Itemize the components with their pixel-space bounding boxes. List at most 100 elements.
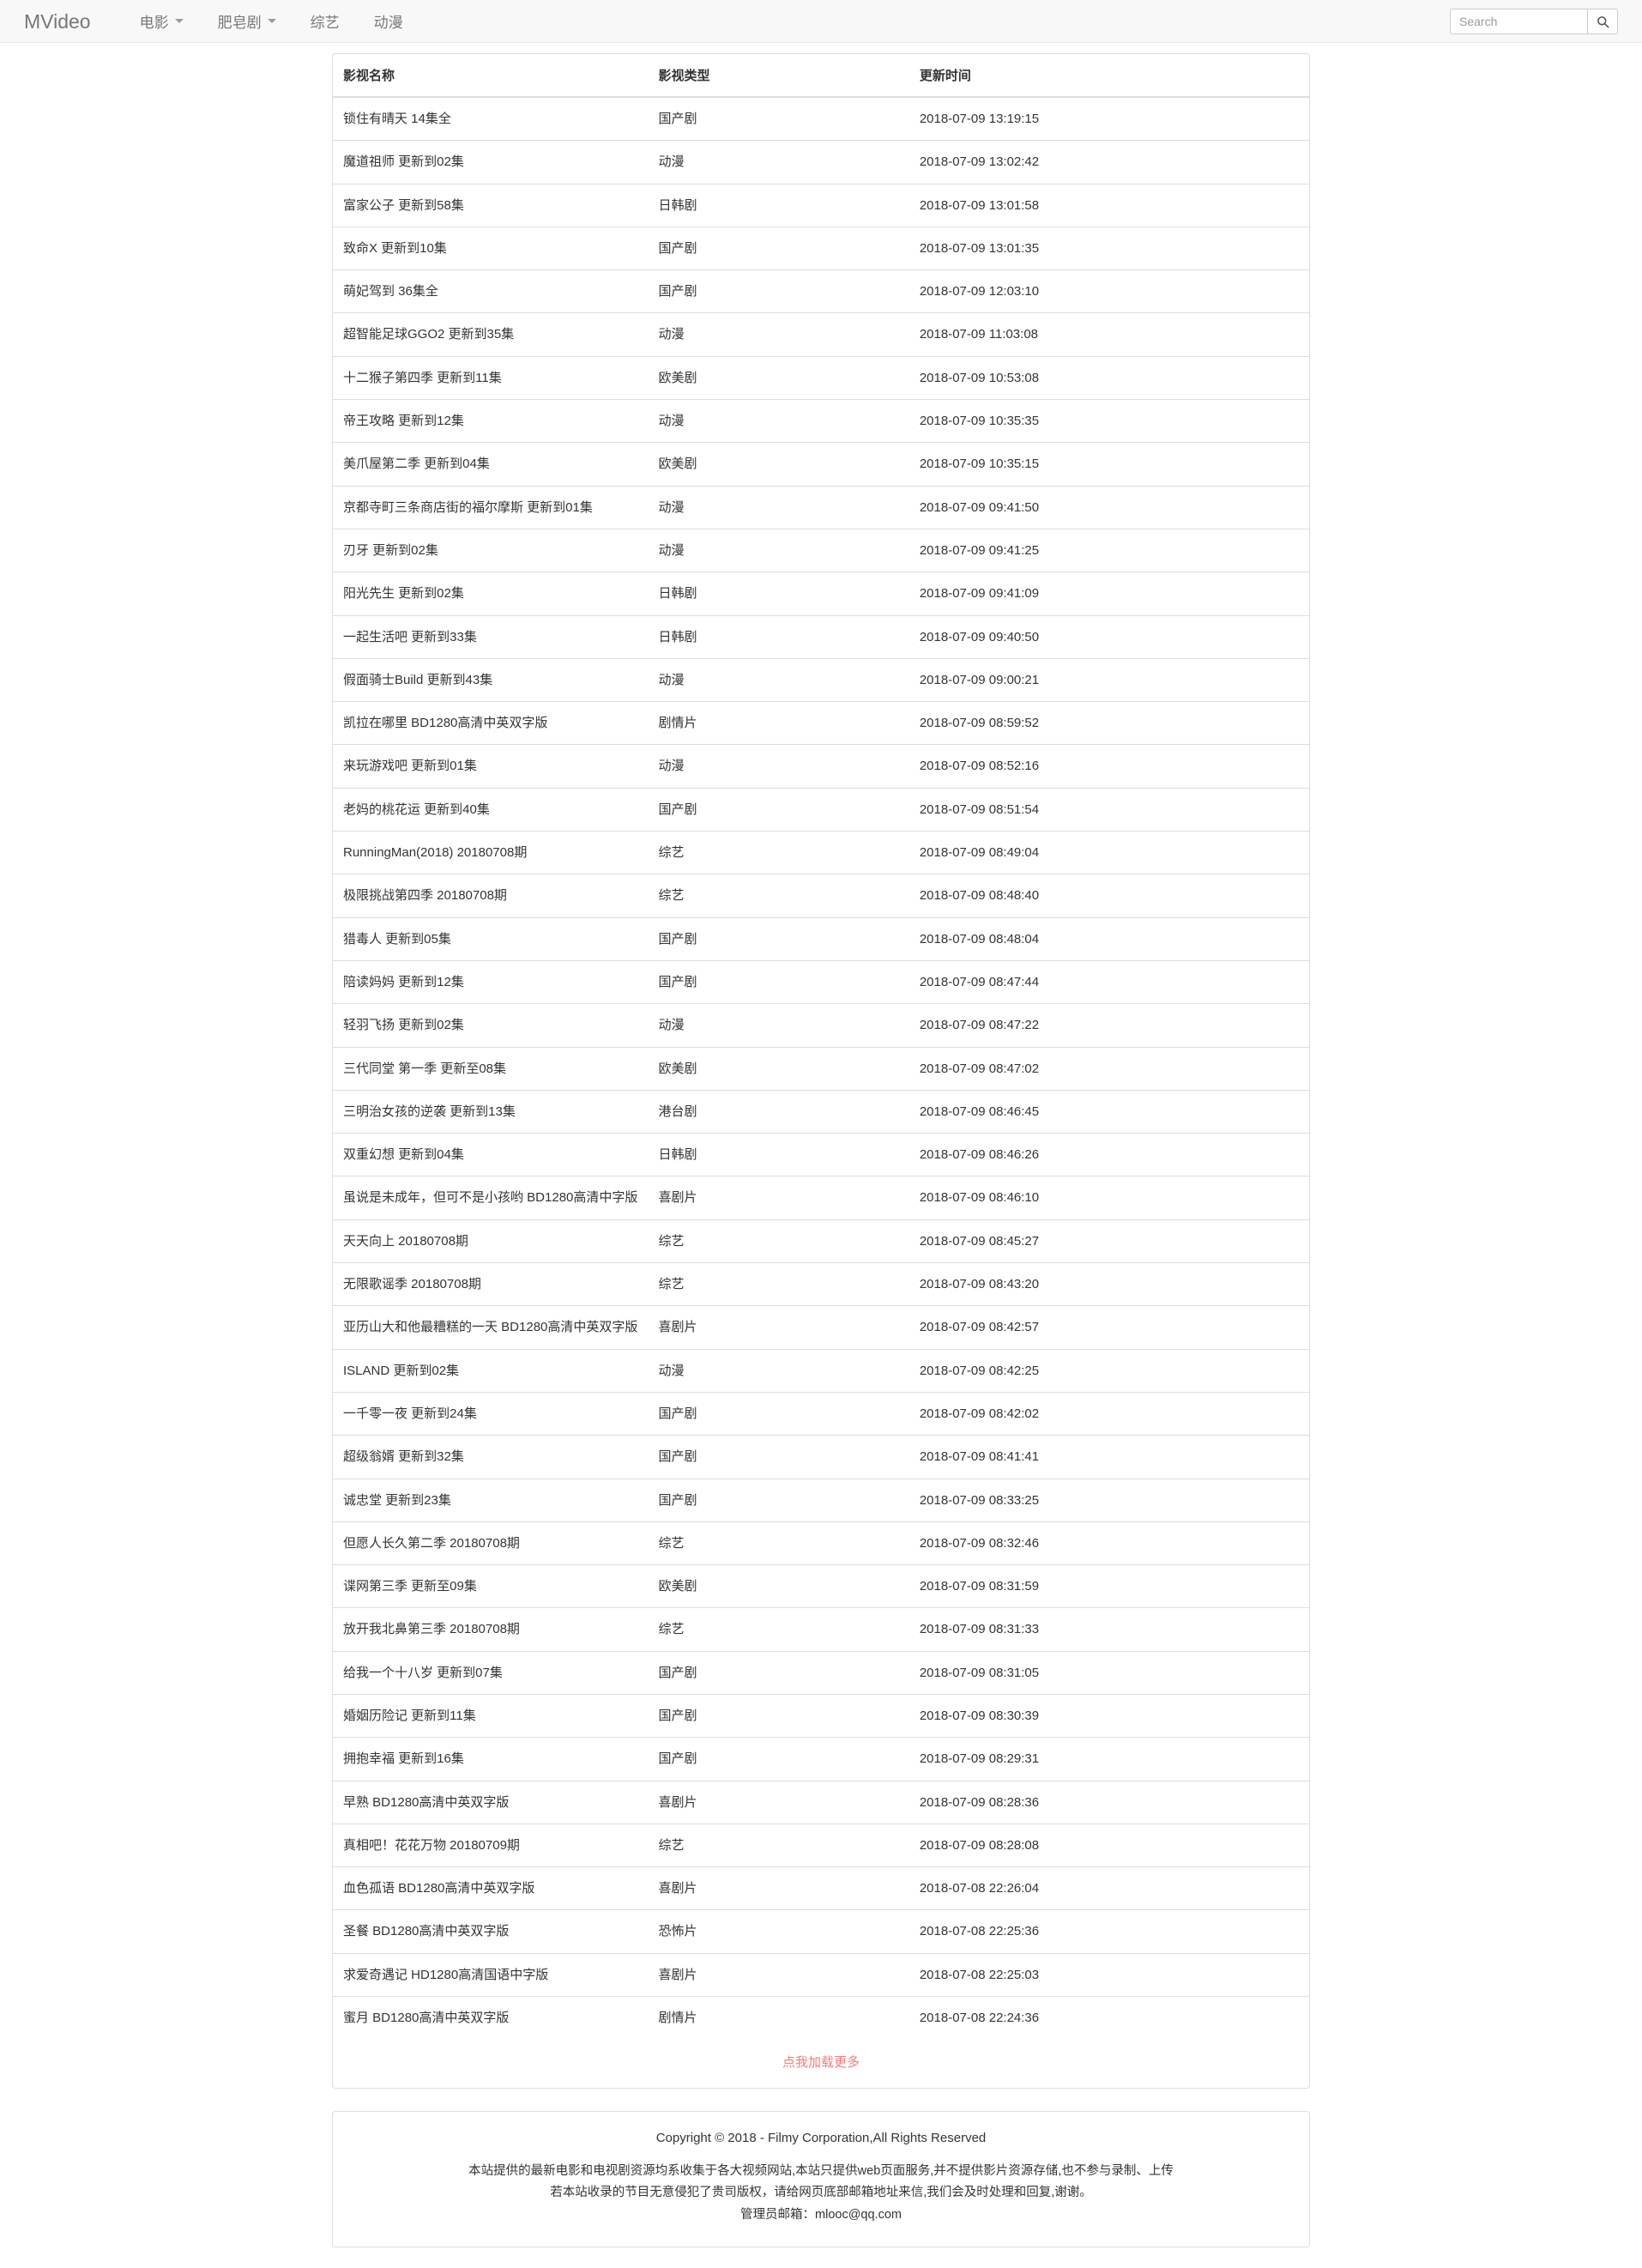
movie-name-link[interactable]: 早熟 BD1280高清中英双字版	[343, 1795, 509, 1810]
table-row: 轻羽飞扬 更新到02集 动漫 2018-07-09 08:47:22	[333, 1003, 1309, 1048]
nav-item-label: 电影	[139, 15, 169, 31]
cell-update-time: 2018-07-09 08:28:08	[919, 1823, 1309, 1867]
movie-name-link[interactable]: 一千零一夜 更新到24集	[343, 1406, 477, 1421]
table-row: 无限歌谣季 20180708期 综艺 2018-07-09 08:43:20	[333, 1262, 1309, 1306]
cell-movie-type: 综艺	[658, 1823, 920, 1867]
cell-movie-name: 给我一个十八岁 更新到07集	[333, 1650, 659, 1695]
table-row: 亚历山大和他最糟糕的一天 BD1280高清中英双字版 喜剧片 2018-07-09 …	[333, 1305, 1309, 1350]
cell-movie-name: RunningMan(2018) 20180708期	[333, 831, 659, 874]
cell-update-time: 2018-07-09 08:31:33	[919, 1607, 1309, 1652]
cell-update-time: 2018-07-09 08:29:31	[919, 1737, 1309, 1781]
movie-name-link[interactable]: 刃牙 更新到02集	[343, 543, 438, 558]
movie-name-link[interactable]: 蜜月 BD1280高清中英双字版	[343, 2011, 509, 2025]
nav-item-anime[interactable]: 动漫	[357, 0, 420, 43]
cell-movie-type: 国产剧	[658, 1391, 920, 1436]
movie-name-link[interactable]: 极限挑战第四季 20180708期	[343, 888, 507, 903]
cell-movie-type: 国产剧	[658, 226, 920, 270]
movie-name-link[interactable]: 求爱奇遇记 HD1280高清国语中字版	[343, 1968, 548, 1982]
table-row: 婚姻历险记 更新到11集 国产剧 2018-07-09 08:30:39	[333, 1693, 1309, 1738]
movie-name-link[interactable]: 轻羽飞扬 更新到02集	[343, 1018, 464, 1032]
movie-name-link[interactable]: 无限歌谣季 20180708期	[343, 1277, 481, 1291]
movie-name-link[interactable]: 假面骑士Build 更新到43集	[343, 673, 492, 687]
cell-movie-type: 欧美剧	[658, 1564, 920, 1608]
movie-name-link[interactable]: 圣餐 BD1280高清中英双字版	[343, 1924, 509, 1938]
movie-name-link[interactable]: 陪读妈妈 更新到12集	[343, 975, 464, 989]
movie-name-link[interactable]: 超智能足球GGO2 更新到35集	[343, 327, 514, 342]
movie-name-link[interactable]: 一起生活吧 更新到33集	[343, 630, 477, 644]
chevron-down-icon	[267, 19, 276, 23]
cell-movie-name: 极限挑战第四季 20180708期	[333, 874, 659, 918]
search-button[interactable]	[1587, 9, 1618, 34]
movie-name-link[interactable]: 给我一个十八岁 更新到07集	[343, 1666, 503, 1680]
cell-update-time: 2018-07-09 08:52:16	[919, 744, 1309, 789]
cell-movie-type: 国产剧	[658, 1693, 920, 1738]
movie-name-link[interactable]: 十二猴子第四季 更新到11集	[343, 371, 502, 385]
movie-name-link[interactable]: 阳光先生 更新到02集	[343, 586, 464, 601]
cell-update-time: 2018-07-09 08:28:36	[919, 1780, 1309, 1824]
movie-name-link[interactable]: 锁住有晴天 14集全	[343, 112, 451, 126]
movie-name-link[interactable]: 诚忠堂 更新到23集	[343, 1493, 451, 1508]
movie-name-link[interactable]: 猎毒人 更新到05集	[343, 932, 451, 947]
movie-name-link[interactable]: ISLAND 更新到02集	[343, 1364, 459, 1378]
search-input[interactable]	[1450, 9, 1587, 34]
cell-update-time: 2018-07-09 08:31:59	[919, 1564, 1309, 1608]
cell-movie-type: 国产剧	[658, 1737, 920, 1781]
table-row: 陪读妈妈 更新到12集 国产剧 2018-07-09 08:47:44	[333, 959, 1309, 1004]
movie-name-link[interactable]: 超级翁婿 更新到32集	[343, 1449, 464, 1464]
movie-name-link[interactable]: 来玩游戏吧 更新到01集	[343, 759, 477, 773]
movie-name-link[interactable]: 真相吧！花花万物 20180709期	[343, 1838, 520, 1853]
movie-name-link[interactable]: 虽说是未成年，但可不是小孩哟 BD1280高清中字版	[343, 1190, 637, 1205]
brand-logo[interactable]: MVideo	[24, 0, 107, 43]
table-row: 拥抱幸福 更新到16集 国产剧 2018-07-09 08:29:31	[333, 1737, 1309, 1781]
movie-name-link[interactable]: 京都寺町三条商店街的福尔摩斯 更新到01集	[343, 500, 593, 515]
nav-item-soap-operas[interactable]: 肥皂剧	[201, 0, 293, 43]
movie-name-link[interactable]: 凯拉在哪里 BD1280高清中英双字版	[343, 716, 547, 730]
cell-movie-type: 综艺	[658, 1262, 920, 1306]
movie-name-link[interactable]: 婚姻历险记 更新到11集	[343, 1709, 476, 1723]
load-more-button[interactable]: 点我加载更多	[782, 2055, 860, 2070]
movie-name-link[interactable]: 谍网第三季 更新至09集	[343, 1579, 477, 1594]
movie-name-link[interactable]: 但愿人长久第二季 20180708期	[343, 1536, 520, 1551]
cell-movie-name: 谍网第三季 更新至09集	[333, 1564, 659, 1608]
footer-admin-email: 管理员邮箱：mlooc@qq.com	[740, 2207, 902, 2222]
table-row: 给我一个十八岁 更新到07集 国产剧 2018-07-09 08:31:05	[333, 1650, 1309, 1695]
cell-movie-type: 综艺	[658, 1521, 920, 1565]
movie-table-head: 影视名称 影视类型 更新时间	[333, 54, 1309, 98]
movie-name-link[interactable]: RunningMan(2018) 20180708期	[343, 845, 527, 860]
movie-name-link[interactable]: 魔道祖师 更新到02集	[343, 154, 464, 169]
column-header-type: 影视类型	[658, 54, 920, 98]
movie-name-link[interactable]: 三代同堂 第一季 更新至08集	[343, 1061, 506, 1076]
table-row: 猎毒人 更新到05集 国产剧 2018-07-09 08:48:04	[333, 916, 1309, 961]
cell-update-time: 2018-07-09 08:48:40	[919, 874, 1309, 918]
movie-name-link[interactable]: 拥抱幸福 更新到16集	[343, 1751, 464, 1766]
cell-movie-type: 喜剧片	[658, 1866, 920, 1910]
cell-movie-name: 血色孤语 BD1280高清中英双字版	[333, 1866, 659, 1910]
movie-name-link[interactable]: 放开我北鼻第三季 20180708期	[343, 1622, 520, 1636]
movie-name-link[interactable]: 三明治女孩的逆袭 更新到13集	[343, 1104, 516, 1119]
load-more-container: 点我加载更多	[333, 2039, 1309, 2088]
movie-name-link[interactable]: 天天向上 20180708期	[343, 1234, 468, 1249]
table-row: 放开我北鼻第三季 20180708期 综艺 2018-07-09 08:31:33	[333, 1607, 1309, 1652]
cell-movie-name: 帝王攻略 更新到12集	[333, 399, 659, 443]
cell-movie-type: 喜剧片	[658, 1780, 920, 1824]
footer-panel: Copyright © 2018 - Filmy Corporation,All…	[332, 2111, 1310, 2247]
movie-name-link[interactable]: 亚历山大和他最糟糕的一天 BD1280高清中英双字版	[343, 1320, 637, 1334]
movie-table: 影视名称 影视类型 更新时间 锁住有晴天 14集全 国产剧 2018-07-09 1…	[333, 54, 1309, 2040]
movie-name-link[interactable]: 美爪屋第二季 更新到04集	[343, 457, 490, 471]
table-row: 双重幻想 更新到04集 日韩剧 2018-07-09 08:46:26	[333, 1133, 1309, 1176]
table-row: 但愿人长久第二季 20180708期 综艺 2018-07-09 08:32:46	[333, 1521, 1309, 1565]
movie-name-link[interactable]: 老妈的桃花运 更新到40集	[343, 802, 490, 817]
cell-update-time: 2018-07-09 09:41:25	[919, 528, 1309, 572]
cell-update-time: 2018-07-09 08:47:02	[919, 1046, 1309, 1091]
cell-movie-type: 国产剧	[658, 112, 697, 126]
cell-movie-name: 双重幻想 更新到04集	[333, 1133, 659, 1176]
movie-name-link[interactable]: 双重幻想 更新到04集	[343, 1147, 464, 1162]
movie-name-link[interactable]: 富家公子 更新到58集	[343, 198, 464, 213]
movie-name-link[interactable]: 血色孤语 BD1280高清中英双字版	[343, 1881, 534, 1896]
nav-item-movies[interactable]: 电影	[123, 0, 201, 43]
movie-name-link[interactable]: 萌妃驾到 36集全	[343, 284, 438, 299]
movie-name-link[interactable]: 帝王攻略 更新到12集	[343, 414, 464, 428]
cell-movie-type: 日韩剧	[658, 572, 920, 616]
nav-item-variety[interactable]: 综艺	[293, 0, 357, 43]
movie-name-link[interactable]: 致命X 更新到10集	[343, 241, 447, 256]
